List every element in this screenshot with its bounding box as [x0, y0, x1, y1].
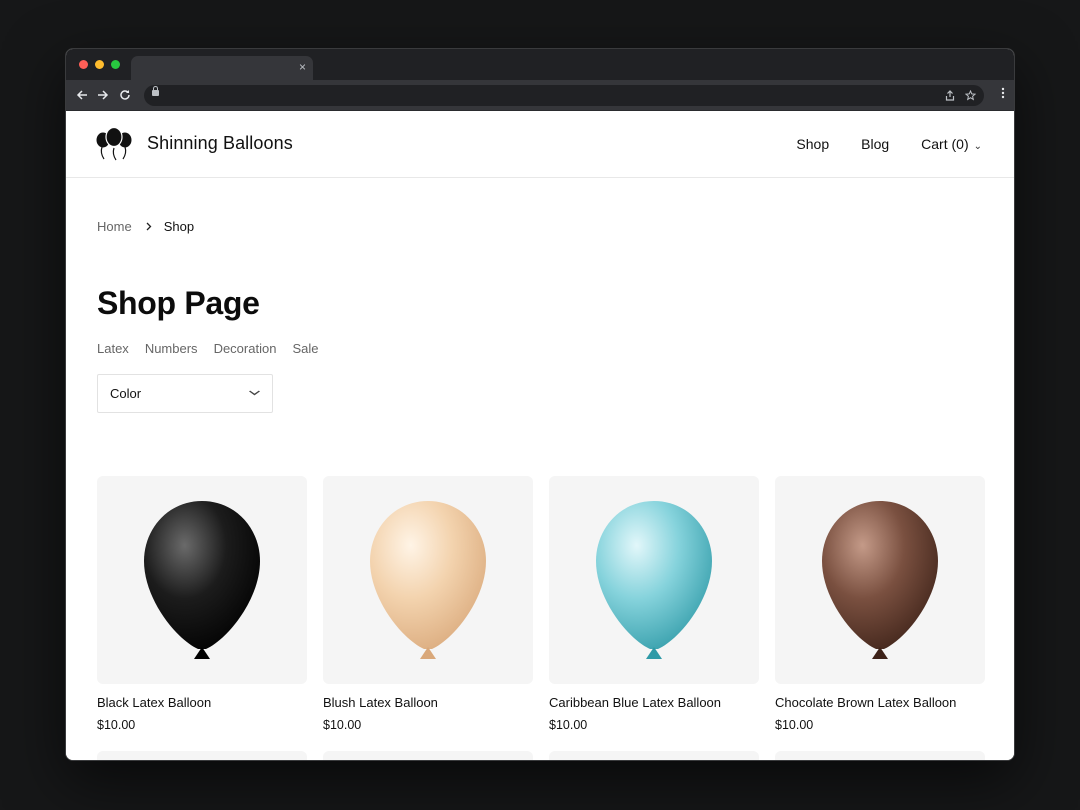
product-card-partial[interactable] [549, 751, 759, 760]
category-latex-link[interactable]: Latex [97, 341, 129, 356]
breadcrumb-current: Shop [163, 219, 195, 234]
address-bar[interactable] [144, 85, 984, 106]
close-window-button[interactable] [79, 60, 88, 69]
product-price: $10.00 [549, 718, 588, 732]
nav-cart-link[interactable]: Cart (0) ⌄ [921, 136, 982, 152]
next-product-row [97, 751, 985, 760]
category-sale-link[interactable]: Sale [292, 341, 318, 356]
breadcrumb-home-link[interactable]: Home [97, 219, 132, 234]
back-button[interactable] [73, 86, 91, 104]
color-filter-select[interactable]: Color [97, 374, 273, 413]
main-nav: Shop Blog Cart (0) ⌄ [764, 136, 982, 152]
page-title: Shop Page [97, 285, 260, 321]
product-image[interactable] [323, 476, 533, 684]
product-card-partial[interactable] [323, 751, 533, 760]
category-filter: Latex Numbers Decoration Sale [97, 341, 334, 356]
product-grid: Black Latex Balloon $10.00 Blush Latex B… [97, 476, 985, 732]
site-header: Shinning Balloons Shop Blog Cart (0) ⌄ [66, 111, 1014, 178]
category-decoration-link[interactable]: Decoration [214, 341, 277, 356]
balloon-image [144, 501, 260, 659]
forward-button[interactable] [94, 86, 112, 104]
product-card-partial[interactable] [775, 751, 985, 760]
color-filter-label: Color [110, 386, 142, 401]
browser-tab[interactable]: × [131, 56, 313, 80]
category-numbers-link[interactable]: Numbers [145, 341, 198, 356]
product-card[interactable]: Caribbean Blue Latex Balloon $10.00 [549, 476, 759, 732]
breadcrumb: Home Shop [97, 219, 194, 234]
window-controls [79, 60, 120, 69]
cart-label: Cart (0) [921, 136, 969, 152]
web-page: Shinning Balloons Shop Blog Cart (0) ⌄ Ho… [66, 111, 1014, 760]
brand-name[interactable]: Shinning Balloons [147, 133, 293, 154]
product-card[interactable]: Chocolate Brown Latex Balloon $10.00 [775, 476, 985, 732]
balloons-logo-icon[interactable] [96, 126, 132, 162]
tab-strip: × [66, 49, 1014, 80]
browser-toolbar [66, 80, 1014, 111]
product-image[interactable] [549, 476, 759, 684]
tab-close-icon[interactable]: × [299, 59, 306, 75]
arrow-left-icon [76, 90, 87, 100]
reload-button[interactable] [116, 86, 134, 104]
arrow-right-icon [98, 90, 109, 100]
product-price: $10.00 [97, 718, 136, 732]
product-image[interactable] [775, 476, 985, 684]
chevron-down-icon: ⌄ [973, 141, 982, 152]
nav-shop-link[interactable]: Shop [796, 136, 829, 152]
product-image[interactable] [97, 476, 307, 684]
product-name[interactable]: Chocolate Brown Latex Balloon [775, 695, 985, 710]
nav-blog-link[interactable]: Blog [861, 136, 889, 152]
product-price: $10.00 [775, 718, 814, 732]
share-icon[interactable] [945, 90, 955, 101]
product-name[interactable]: Black Latex Balloon [97, 695, 307, 710]
browser-menu-icon[interactable] [1001, 86, 1005, 104]
product-card[interactable]: Blush Latex Balloon $10.00 [323, 476, 533, 732]
browser-window: × Shinning Balloons Shop Blog Cart (0) ⌄… [65, 48, 1015, 761]
reload-icon [120, 90, 130, 100]
product-name[interactable]: Blush Latex Balloon [323, 695, 533, 710]
lock-icon [152, 86, 159, 96]
product-card-partial[interactable] [97, 751, 307, 760]
chevron-down-icon [248, 385, 261, 399]
minimize-window-button[interactable] [95, 60, 104, 69]
chevron-right-icon [146, 220, 152, 234]
product-card[interactable]: Black Latex Balloon $10.00 [97, 476, 307, 732]
product-name[interactable]: Caribbean Blue Latex Balloon [549, 695, 759, 710]
maximize-window-button[interactable] [111, 60, 120, 69]
bookmark-star-icon[interactable] [965, 90, 976, 101]
product-price: $10.00 [323, 718, 362, 732]
balloon-image [370, 501, 486, 659]
balloon-image [822, 501, 938, 659]
balloon-image [596, 501, 712, 659]
